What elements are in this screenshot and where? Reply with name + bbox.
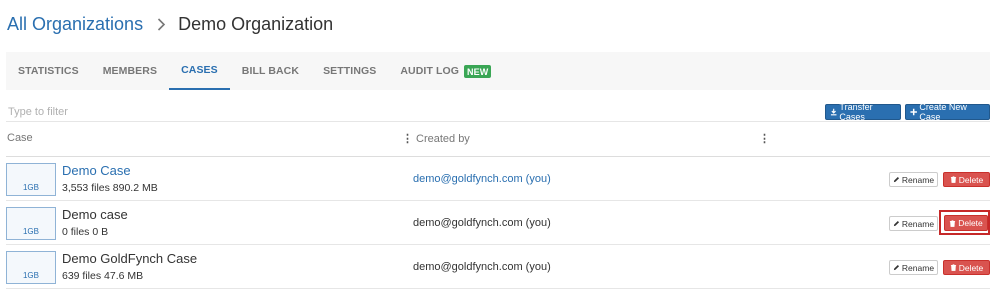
- created-by-text: demo@goldfynch.com (you): [413, 217, 551, 229]
- column-options-icon[interactable]: ⋮: [759, 132, 770, 145]
- column-header-case[interactable]: Case: [7, 132, 33, 144]
- filter-input[interactable]: [6, 103, 706, 121]
- new-badge: NEW: [464, 64, 492, 78]
- case-storage-icon[interactable]: 1GB: [6, 207, 56, 240]
- case-meta: 639 files 47.6 MB: [62, 270, 144, 282]
- case-storage-label: 1GB: [22, 271, 39, 280]
- case-name-link[interactable]: Demo GoldFynch Case: [62, 251, 197, 266]
- delete-label: Delete: [958, 262, 984, 273]
- case-storage-icon[interactable]: 1GB: [6, 251, 56, 284]
- column-header-created-by[interactable]: ⋮ Created by: [402, 132, 470, 146]
- rename-button[interactable]: Rename: [889, 260, 938, 275]
- created-by-link[interactable]: demo@goldfynch.com (you): [413, 173, 551, 185]
- rename-button[interactable]: Rename: [889, 216, 938, 231]
- tab-settings[interactable]: SETTINGS: [311, 52, 388, 90]
- column-options[interactable]: ⋮: [759, 132, 773, 145]
- chevron-right-icon: [157, 17, 166, 31]
- delete-label: Delete: [958, 218, 983, 228]
- tab-bar: STATISTICS MEMBERS CASES BILL BACK SETTI…: [6, 52, 990, 90]
- trash-icon: [950, 264, 956, 271]
- table-row: 1GB Demo Case 3,553 files 890.2 MB demo@…: [6, 157, 990, 201]
- column-header-created-by-label: Created by: [416, 132, 470, 145]
- tab-bill-back[interactable]: BILL BACK: [230, 52, 311, 90]
- plus-icon: [910, 108, 917, 116]
- column-menu-icon[interactable]: ⋮: [402, 132, 413, 145]
- case-meta: 3,553 files 890.2 MB: [62, 182, 158, 194]
- case-storage-icon[interactable]: 1GB: [6, 163, 56, 196]
- tab-statistics[interactable]: STATISTICS: [6, 52, 91, 90]
- breadcrumb-all-organizations-link[interactable]: All Organizations: [7, 14, 143, 35]
- transfer-cases-label: Transfer Cases: [839, 102, 873, 122]
- pencil-icon: [893, 176, 899, 183]
- pencil-icon: [893, 264, 899, 271]
- pencil-icon: [893, 220, 899, 227]
- delete-button[interactable]: Delete: [944, 215, 988, 231]
- delete-label: Delete: [958, 174, 984, 185]
- table-row: 1GB Demo GoldFynch Case 639 files 47.6 M…: [6, 245, 990, 289]
- breadcrumb: All Organizations Demo Organization: [7, 12, 333, 36]
- tab-cases[interactable]: CASES: [169, 52, 230, 90]
- rename-label: Rename: [901, 262, 935, 273]
- case-storage-label: 1GB: [22, 227, 39, 236]
- delete-button[interactable]: Delete: [943, 172, 990, 187]
- page-title: Demo Organization: [178, 13, 334, 34]
- rename-label: Rename: [901, 174, 935, 185]
- tab-audit-log[interactable]: AUDIT LOG NEW: [388, 52, 503, 90]
- tab-audit-log-label: AUDIT LOG: [400, 65, 460, 77]
- rename-button[interactable]: Rename: [889, 172, 938, 187]
- rename-label: Rename: [901, 218, 935, 229]
- trash-icon: [950, 176, 956, 183]
- case-storage-label: 1GB: [22, 183, 39, 192]
- delete-button[interactable]: Delete: [943, 260, 990, 275]
- case-name-link[interactable]: Demo case: [62, 207, 128, 222]
- case-name-link[interactable]: Demo Case: [62, 163, 131, 178]
- create-new-case-button[interactable]: Create New Case: [905, 102, 990, 122]
- download-icon: [830, 108, 837, 116]
- table-row: 1GB Demo case 0 files 0 B demo@goldfynch…: [6, 201, 990, 245]
- tab-members[interactable]: MEMBERS: [91, 52, 169, 90]
- created-by-text: demo@goldfynch.com (you): [413, 261, 551, 273]
- trash-icon: [950, 219, 956, 227]
- filter-row: Transfer Cases Create New Case: [6, 102, 990, 122]
- case-meta: 0 files 0 B: [62, 226, 109, 238]
- create-new-case-label: Create New Case: [919, 102, 967, 122]
- transfer-cases-button[interactable]: Transfer Cases: [825, 102, 901, 122]
